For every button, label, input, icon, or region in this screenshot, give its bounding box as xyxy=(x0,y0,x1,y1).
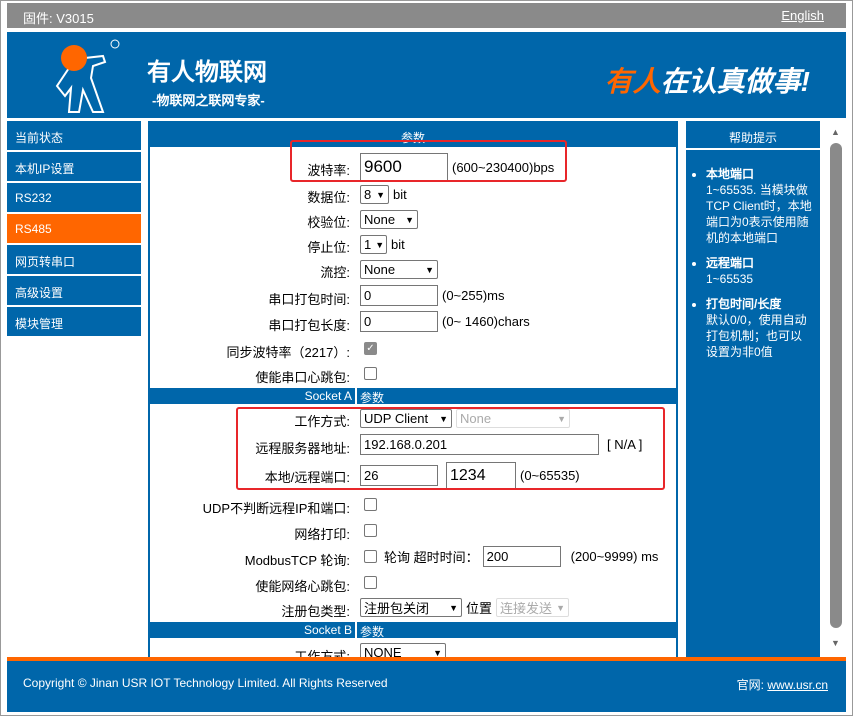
data-bits-unit: bit xyxy=(393,187,407,202)
chevron-down-icon: ▼ xyxy=(425,264,434,275)
settings-panel: 参数 波特率: 9600 (600~230400)bps 数据位: 8 ▼ bit … xyxy=(148,121,678,657)
net-print-checkbox[interactable] xyxy=(364,524,377,537)
parity-select[interactable]: None ▼ xyxy=(360,210,418,229)
sync-baud-checkbox[interactable]: ✓ xyxy=(364,342,377,355)
socket-b-header: Socket B 参数 xyxy=(150,622,676,639)
socket-b-mode-value: NONE xyxy=(364,645,402,657)
data-bits-label: 数据位: xyxy=(307,190,350,205)
website-link[interactable]: www.usr.cn xyxy=(767,678,828,692)
pack-time-input[interactable]: 0 xyxy=(360,285,438,306)
pack-time-range: (0~255)ms xyxy=(442,288,505,303)
socket-b-mode-select[interactable]: NONE ▼ xyxy=(360,643,446,657)
help-item-title: 本地端口 xyxy=(706,167,755,181)
modbus-timeout-range: (200~9999) ms xyxy=(570,549,659,564)
sidebar-item-ip-settings[interactable]: 本机IP设置 xyxy=(7,152,141,183)
copyright-text: Copyright © Jinan USR IOT Technology Lim… xyxy=(23,676,388,690)
header-banner: 有人物联网 -物联网之联网专家- 有人在认真做事! xyxy=(7,32,846,118)
udp-check-checkbox[interactable] xyxy=(364,498,377,511)
chevron-down-icon: ▼ xyxy=(405,214,414,225)
scrollbar[interactable]: ▲ ▼ xyxy=(828,121,845,657)
brand-name: 有人物联网 xyxy=(147,59,267,86)
footer: Copyright © Jinan USR IOT Technology Lim… xyxy=(7,661,846,712)
company-motto: 有人在认真做事! xyxy=(605,60,810,100)
pack-length-label: 串口打包长度: xyxy=(268,318,350,333)
register-packet-label: 注册包类型: xyxy=(281,604,350,619)
help-title: 帮助提示 xyxy=(686,121,820,150)
chevron-down-icon: ▼ xyxy=(449,602,458,613)
help-item: 本地端口 1~65535. 当模块做TCP Client时，本地端口为0表示使用随… xyxy=(706,166,812,246)
pack-length-range: (0~ 1460)chars xyxy=(442,314,530,329)
help-panel: 帮助提示 本地端口 1~65535. 当模块做TCP Client时，本地端口为0… xyxy=(686,121,820,657)
chevron-down-icon: ▼ xyxy=(556,602,566,613)
sidebar-item-module-management[interactable]: 模块管理 xyxy=(7,307,141,338)
socket-a-param: 参数 xyxy=(360,391,385,405)
parity-value: None xyxy=(364,212,396,227)
net-print-label: 网络打印: xyxy=(294,527,350,542)
register-position-label: 位置 xyxy=(466,601,493,616)
stop-bits-select[interactable]: 1 ▼ xyxy=(360,235,387,254)
sidebar-item-rs232[interactable]: RS232 xyxy=(7,183,141,214)
register-packet-value: 注册包关闭 xyxy=(364,601,430,616)
flow-control-value: None xyxy=(364,262,396,277)
stop-bits-label: 停止位: xyxy=(307,240,350,255)
scroll-down-icon[interactable]: ▼ xyxy=(831,638,840,648)
modbus-checkbox[interactable] xyxy=(364,550,377,563)
data-bits-select[interactable]: 8 ▼ xyxy=(360,185,389,204)
help-item-text: 1~65535. 当模块做TCP Client时，本地端口为0表示使用随机的本地… xyxy=(706,183,812,245)
motto-rest: 在认真做事! xyxy=(660,66,810,97)
flow-control-label: 流控: xyxy=(320,265,350,280)
chevron-down-icon: ▼ xyxy=(376,189,385,200)
modbus-timeout-input[interactable]: 200 xyxy=(482,546,561,567)
chevron-down-icon: ▼ xyxy=(433,647,442,658)
help-item: 打包时间/长度默认0/0，使用自动打包机制；也可以设置为非0值 xyxy=(706,296,812,360)
website-info: 官网: www.usr.cn xyxy=(737,676,828,693)
sidebar-item-advanced[interactable]: 高级设置 xyxy=(7,276,141,307)
help-item-title: 打包时间/长度 xyxy=(706,297,782,311)
modbus-label: ModbusTCP 轮询: xyxy=(244,553,350,568)
motto-highlight: 有人 xyxy=(604,66,661,97)
data-bits-value: 8 xyxy=(364,187,372,202)
help-item-text: 默认0/0，使用自动打包机制；也可以设置为非0值 xyxy=(706,313,807,359)
scrollbar-thumb[interactable] xyxy=(830,143,842,628)
baud-highlight-box xyxy=(290,140,567,182)
socket-a-header: Socket A 参数 xyxy=(150,388,676,405)
udp-check-label: UDP不判断远程IP和端口: xyxy=(202,501,350,516)
website-label: 官网: xyxy=(736,678,764,692)
socket-b-param: 参数 xyxy=(360,625,385,639)
pack-time-label: 串口打包时间: xyxy=(268,292,350,307)
register-position-value: 连接发送 xyxy=(500,601,553,616)
parity-label: 校验位: xyxy=(307,215,350,230)
help-item-title: 远程端口 xyxy=(706,256,755,270)
register-position-select[interactable]: 连接发送 ▼ xyxy=(496,598,570,617)
sync-baud-label: 同步波特率（2217）: xyxy=(226,345,350,360)
socket-a-title: Socket A xyxy=(304,389,352,403)
top-bar: 固件: V3015 English xyxy=(7,3,846,28)
usr-logo-icon xyxy=(55,39,120,113)
sidebar-item-status[interactable]: 当前状态 xyxy=(7,121,141,152)
register-packet-select[interactable]: 注册包关闭 ▼ xyxy=(360,598,462,617)
serial-heartbeat-label: 使能串口心跳包: xyxy=(255,370,350,385)
sidebar-nav: 当前状态 本机IP设置 RS232 RS485 网页转串口 高级设置 模块管理 xyxy=(7,121,141,338)
modbus-timeout-label: 轮询 超时时间： xyxy=(384,550,479,565)
pack-length-input[interactable]: 0 xyxy=(360,311,438,332)
english-link[interactable]: English xyxy=(781,8,824,23)
net-heartbeat-checkbox[interactable] xyxy=(364,576,377,589)
brand-slogan: -物联网之联网专家- xyxy=(152,93,265,108)
firmware-version: 固件: V3015 xyxy=(23,11,94,26)
socket-a-highlight-box xyxy=(236,407,665,490)
scroll-up-icon[interactable]: ▲ xyxy=(831,127,840,137)
net-heartbeat-label: 使能网络心跳包: xyxy=(255,579,350,594)
sidebar-item-web-serial[interactable]: 网页转串口 xyxy=(7,245,141,276)
socket-b-mode-label: 工作方式: xyxy=(294,649,350,657)
flow-control-select[interactable]: None ▼ xyxy=(360,260,438,279)
chevron-down-icon: ▼ xyxy=(375,239,385,250)
stop-bits-value: 1 xyxy=(364,237,372,252)
socket-b-title: Socket B xyxy=(303,623,352,637)
stop-bits-unit: bit xyxy=(391,237,405,252)
help-item-text: 1~65535 xyxy=(706,272,754,286)
sidebar-item-rs485[interactable]: RS485 xyxy=(7,214,141,245)
serial-heartbeat-checkbox[interactable] xyxy=(364,367,377,380)
help-item: 远程端口 1~65535 xyxy=(706,255,812,287)
